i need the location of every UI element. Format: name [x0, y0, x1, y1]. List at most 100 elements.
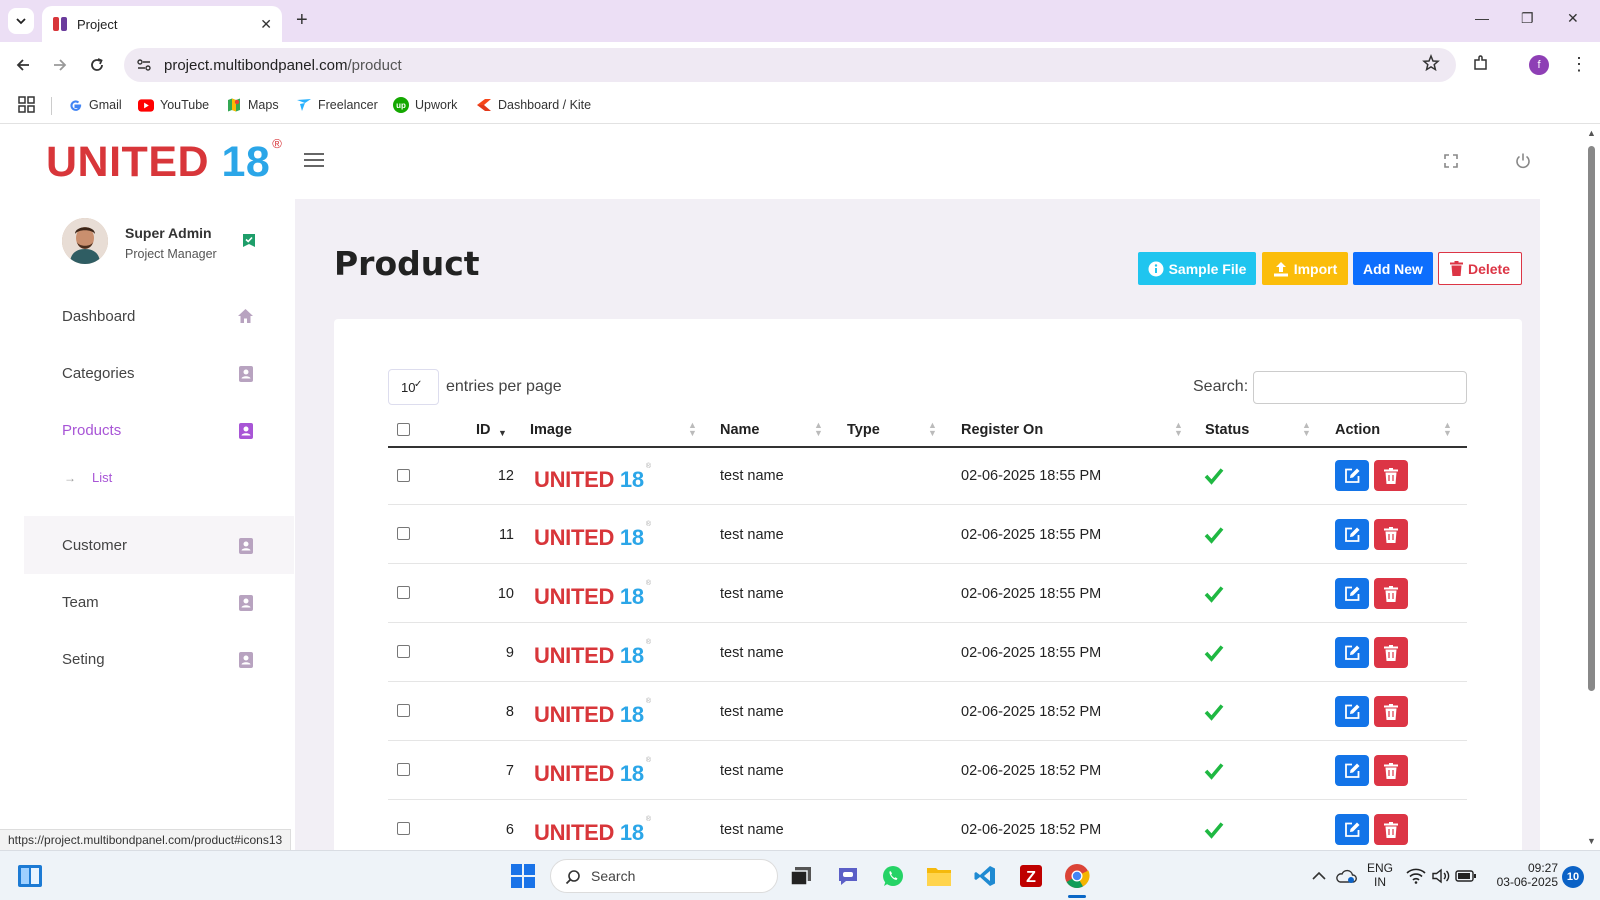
edit-button[interactable]: [1335, 519, 1369, 550]
browser-menu-icon[interactable]: ⋮: [1570, 55, 1588, 73]
column-header-image[interactable]: Image: [530, 422, 572, 438]
sidebar-item-team[interactable]: Team: [24, 573, 294, 631]
edit-button[interactable]: [1335, 460, 1369, 491]
edit-button[interactable]: [1335, 637, 1369, 668]
product-image[interactable]: UNITED 18 ®: [534, 698, 651, 728]
sample-file-button[interactable]: Sample File: [1138, 252, 1256, 285]
bookmark-upwork[interactable]: up Upwork: [393, 97, 457, 113]
sidebar-item-categories[interactable]: Categories: [24, 344, 294, 402]
add-new-button[interactable]: Add New: [1353, 252, 1433, 285]
bookmark-maps[interactable]: Maps: [226, 97, 279, 113]
bookmark-star-icon[interactable]: [1422, 54, 1440, 72]
widgets-icon[interactable]: [17, 863, 43, 889]
column-header-name[interactable]: Name: [720, 422, 760, 438]
teams-chat-icon[interactable]: [835, 863, 861, 889]
delete-row-button[interactable]: [1374, 814, 1408, 845]
vscode-icon[interactable]: [972, 863, 998, 889]
row-checkbox[interactable]: [397, 822, 410, 835]
system-clock[interactable]: 09:27 03-06-2025: [1488, 861, 1558, 889]
fullscreen-icon[interactable]: [1444, 154, 1458, 168]
row-checkbox[interactable]: [397, 704, 410, 717]
delete-button[interactable]: Delete: [1438, 252, 1522, 285]
column-header-action[interactable]: Action: [1335, 422, 1380, 438]
reload-button[interactable]: [86, 54, 108, 76]
delete-row-button[interactable]: [1374, 696, 1408, 727]
row-checkbox[interactable]: [397, 469, 410, 482]
product-image[interactable]: UNITED 18 ®: [534, 816, 651, 846]
sidebar-item-setting[interactable]: Seting: [24, 630, 294, 688]
whatsapp-icon[interactable]: [880, 863, 906, 889]
task-view-icon[interactable]: [788, 863, 814, 889]
bookmark-youtube[interactable]: YouTube: [138, 97, 209, 113]
entries-per-page-select[interactable]: 10 ✓: [388, 369, 439, 405]
tab-close-icon[interactable]: ✕: [260, 16, 272, 33]
row-checkbox[interactable]: [397, 527, 410, 540]
product-image[interactable]: UNITED 18 ®: [534, 463, 651, 493]
hamburger-menu-icon[interactable]: [303, 152, 325, 168]
bookmark-gmail[interactable]: Gmail: [67, 97, 122, 113]
file-explorer-icon[interactable]: [926, 863, 952, 889]
table-search-input[interactable]: [1253, 371, 1467, 404]
restore-button[interactable]: ❐: [1521, 10, 1534, 27]
volume-icon[interactable]: [1428, 863, 1454, 889]
product-image[interactable]: UNITED 18 ®: [534, 521, 651, 551]
scroll-up-arrow-icon[interactable]: ▲: [1587, 128, 1596, 138]
filezilla-icon[interactable]: Z: [1018, 863, 1044, 889]
minimize-button[interactable]: —: [1475, 10, 1489, 26]
windows-start-icon[interactable]: [510, 863, 536, 889]
edit-button[interactable]: [1335, 814, 1369, 845]
avatar[interactable]: [62, 218, 108, 264]
power-icon[interactable]: [1514, 152, 1532, 170]
column-header-type[interactable]: Type: [847, 422, 880, 438]
close-window-button[interactable]: ✕: [1567, 10, 1579, 27]
browser-tab-active[interactable]: Project ✕: [42, 6, 282, 42]
notification-count-badge[interactable]: 10: [1562, 866, 1584, 888]
extensions-icon[interactable]: [1472, 54, 1490, 72]
delete-row-button[interactable]: [1374, 460, 1408, 491]
scroll-down-arrow-icon[interactable]: ▼: [1587, 836, 1596, 846]
import-button[interactable]: Import: [1262, 252, 1348, 285]
profile-avatar[interactable]: f: [1529, 55, 1549, 75]
new-tab-button[interactable]: +: [296, 10, 308, 30]
delete-row-button[interactable]: [1374, 755, 1408, 786]
back-button[interactable]: [12, 54, 34, 76]
bookmark-kite[interactable]: Dashboard / Kite: [476, 97, 591, 113]
forward-button[interactable]: [49, 54, 71, 76]
delete-row-button[interactable]: [1374, 519, 1408, 550]
address-bar[interactable]: project.multibondpanel.com/product: [124, 48, 1456, 82]
page-scrollbar[interactable]: ▲ ▼: [1583, 124, 1600, 850]
wifi-icon[interactable]: [1403, 863, 1429, 889]
taskbar-search-box[interactable]: Search: [550, 859, 778, 893]
product-image[interactable]: UNITED 18 ®: [534, 757, 651, 787]
column-header-id[interactable]: ID: [476, 422, 491, 438]
brand-logo[interactable]: UNITED 18 ®: [46, 136, 282, 187]
sidebar-item-dashboard[interactable]: Dashboard: [24, 287, 294, 345]
onedrive-icon[interactable]: [1333, 863, 1359, 889]
delete-row-button[interactable]: [1374, 637, 1408, 668]
sidebar-subitem-list[interactable]: → List: [64, 470, 112, 485]
site-info-icon[interactable]: [136, 57, 152, 73]
chevron-up-icon[interactable]: [1306, 863, 1332, 889]
chrome-icon[interactable]: [1064, 863, 1090, 889]
status-check-icon: [1204, 468, 1224, 485]
language-indicator[interactable]: ENG IN: [1362, 861, 1398, 889]
product-image[interactable]: UNITED 18 ®: [534, 580, 651, 610]
battery-icon[interactable]: [1453, 863, 1479, 889]
row-checkbox[interactable]: [397, 586, 410, 599]
product-image[interactable]: UNITED 18 ®: [534, 639, 651, 669]
delete-row-button[interactable]: [1374, 578, 1408, 609]
tab-search-button[interactable]: [8, 8, 34, 34]
scrollbar-thumb[interactable]: [1588, 146, 1595, 691]
column-header-register-on[interactable]: Register On: [961, 422, 1043, 438]
column-header-status[interactable]: Status: [1205, 422, 1249, 438]
edit-button[interactable]: [1335, 696, 1369, 727]
select-all-checkbox[interactable]: [397, 423, 410, 436]
edit-button[interactable]: [1335, 755, 1369, 786]
bookmark-freelancer[interactable]: Freelancer: [296, 97, 378, 113]
apps-grid-icon[interactable]: [18, 96, 35, 113]
sidebar-item-products[interactable]: Products: [24, 401, 294, 459]
edit-button[interactable]: [1335, 578, 1369, 609]
row-checkbox[interactable]: [397, 763, 410, 776]
row-checkbox[interactable]: [397, 645, 410, 658]
sidebar-item-customer[interactable]: Customer: [24, 516, 294, 574]
